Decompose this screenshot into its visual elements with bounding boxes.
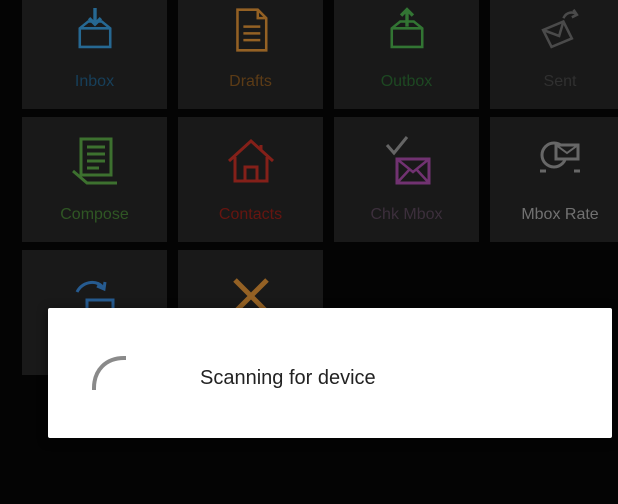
tile-label-drafts: Drafts (229, 73, 272, 90)
tile-contacts[interactable]: Contacts (178, 117, 323, 242)
tile-label-mbox-rate: Mbox Rate (521, 206, 599, 223)
tile-label-chk-mbox: Chk Mbox (370, 206, 443, 223)
tile-compose[interactable]: Compose (22, 117, 167, 242)
tile-drafts[interactable]: Drafts (178, 0, 323, 109)
inbox-icon (78, 8, 111, 49)
mbox-rate-icon (540, 141, 580, 173)
dialog-message: Scanning for device (200, 367, 376, 389)
tile-sent[interactable]: Sent (490, 0, 618, 109)
drafts-icon (235, 8, 267, 52)
outbox-icon (390, 7, 423, 49)
tile-chk-mbox[interactable]: Chk Mbox (334, 117, 479, 242)
tile-outbox[interactable]: Outbox (334, 0, 479, 109)
compose-icon (71, 137, 117, 185)
sent-icon (541, 8, 579, 49)
tile-label-outbox: Outbox (380, 73, 433, 90)
tile-label-inbox: Inbox (74, 73, 115, 90)
contacts-icon (227, 138, 274, 183)
loading-spinner-icon (91, 355, 127, 391)
tile-label-compose: Compose (60, 206, 129, 223)
tile-inbox[interactable]: Inbox (22, 0, 167, 109)
tile-mbox-rate[interactable]: Mbox Rate (490, 117, 618, 242)
check-mbox-icon (385, 136, 430, 185)
tile-label-contacts: Contacts (218, 206, 283, 223)
tile-label-sent: Sent (543, 73, 577, 90)
app-screen: Inbox Drafts Outbox Sent Compose Contact… (0, 0, 618, 504)
